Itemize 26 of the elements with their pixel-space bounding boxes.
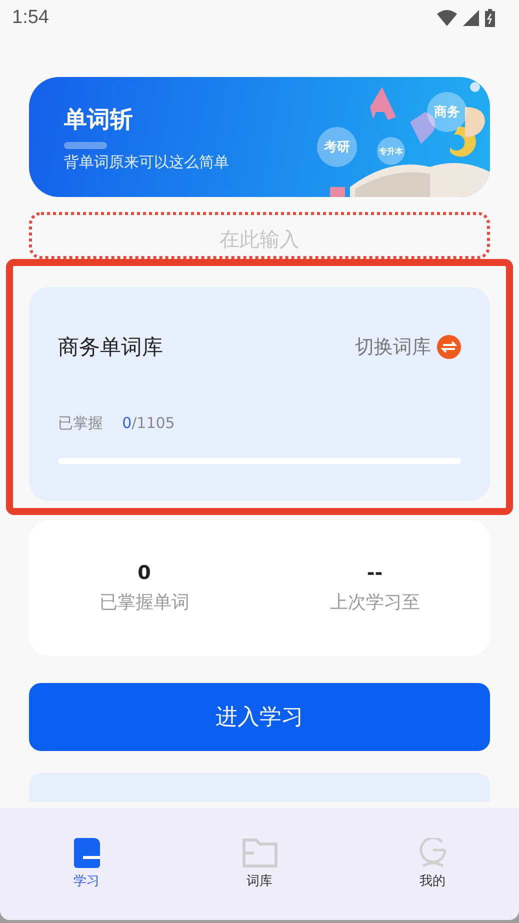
stat-value: -- [366, 562, 383, 584]
person-icon [418, 838, 446, 868]
progress-text: 已掌握 0/1105 [58, 414, 176, 433]
accent-bar [64, 142, 107, 149]
tab[interactable]: 词库 [173, 838, 346, 890]
status-time: 1:54 [12, 7, 49, 29]
switch-library-button[interactable]: 切换词库 [355, 334, 461, 360]
tag-bubble: 考研 [317, 127, 357, 167]
signal-icon [463, 10, 479, 26]
stat-value: 0 [138, 562, 151, 584]
library-name: 商务单词库 [58, 334, 163, 361]
folder-icon [242, 838, 278, 868]
wifi-icon [437, 10, 457, 26]
promo-banner[interactable]: 单词斩 背单词原来可以这么简单 商务 考研 专升本 [29, 77, 490, 197]
stat-label: 上次学习至 [330, 591, 420, 614]
battery-icon [485, 9, 495, 27]
start-study-button[interactable]: 进入学习 [29, 683, 490, 751]
banner-subtitle: 背单词原来可以这么简单 [64, 153, 229, 172]
tag-bubble: 商务 [427, 92, 467, 132]
book-icon [74, 838, 100, 868]
tab[interactable]: 我的 [346, 838, 519, 890]
stat-label: 已掌握单词 [99, 591, 190, 614]
swap-icon [437, 335, 461, 359]
tab[interactable]: 学习 [0, 838, 173, 890]
banner-title: 单词斩 [64, 106, 134, 135]
tag-bubble: 专升本 [377, 137, 405, 165]
